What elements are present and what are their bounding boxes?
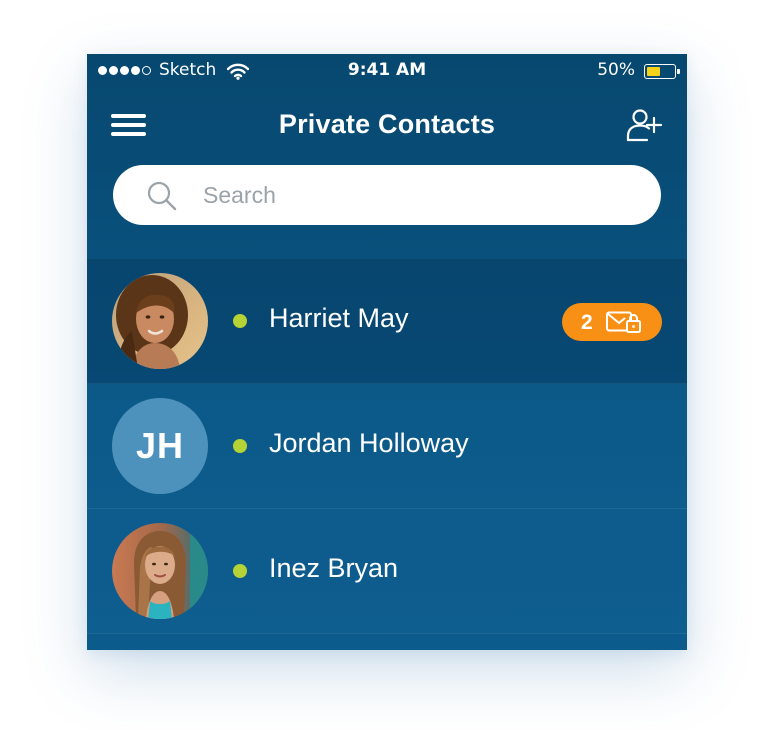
avatar-initials: JH <box>112 398 208 494</box>
online-status-dot <box>233 439 247 453</box>
contact-name: Harriet May <box>269 303 409 333</box>
search-input[interactable] <box>203 165 631 225</box>
contact-row-harriet-may[interactable]: Harriet May 2 <box>87 259 687 384</box>
search-icon <box>147 181 177 211</box>
avatar-photo <box>112 523 208 619</box>
contact-name: Inez Bryan <box>269 553 399 583</box>
unread-private-messages-badge[interactable]: 2 <box>562 303 662 341</box>
badge-count: 2 <box>581 311 593 334</box>
online-status-dot <box>233 564 247 578</box>
battery-percent: 50% <box>597 60 635 80</box>
contact-list: Harriet May 2 JH Jordan Holloway Inez Br… <box>87 259 687 634</box>
canvas: Sketch 9:41 AM 50% Private Contacts Sear… <box>0 0 774 730</box>
add-contact-icon[interactable] <box>625 106 663 144</box>
page-title: Private Contacts <box>278 109 496 139</box>
battery-level <box>647 67 660 76</box>
battery-icon <box>644 64 680 79</box>
contact-name: Jordan Holloway <box>269 428 469 458</box>
avatar <box>112 273 208 369</box>
online-status-dot <box>233 314 247 328</box>
avatar <box>112 523 208 619</box>
contact-row-inez-bryan[interactable]: Inez Bryan <box>87 509 687 634</box>
phone-screen: Sketch 9:41 AM 50% Private Contacts Sear… <box>87 54 687 650</box>
avatar-initials-text: JH <box>135 425 185 466</box>
contact-row-jordan-holloway[interactable]: JH Jordan Holloway <box>87 384 687 509</box>
avatar-photo <box>112 273 208 369</box>
nav-bar: Private Contacts <box>87 94 687 154</box>
locked-message-icon <box>606 311 641 333</box>
status-bar: Sketch 9:41 AM 50% <box>87 54 687 88</box>
search-bar <box>113 165 661 225</box>
